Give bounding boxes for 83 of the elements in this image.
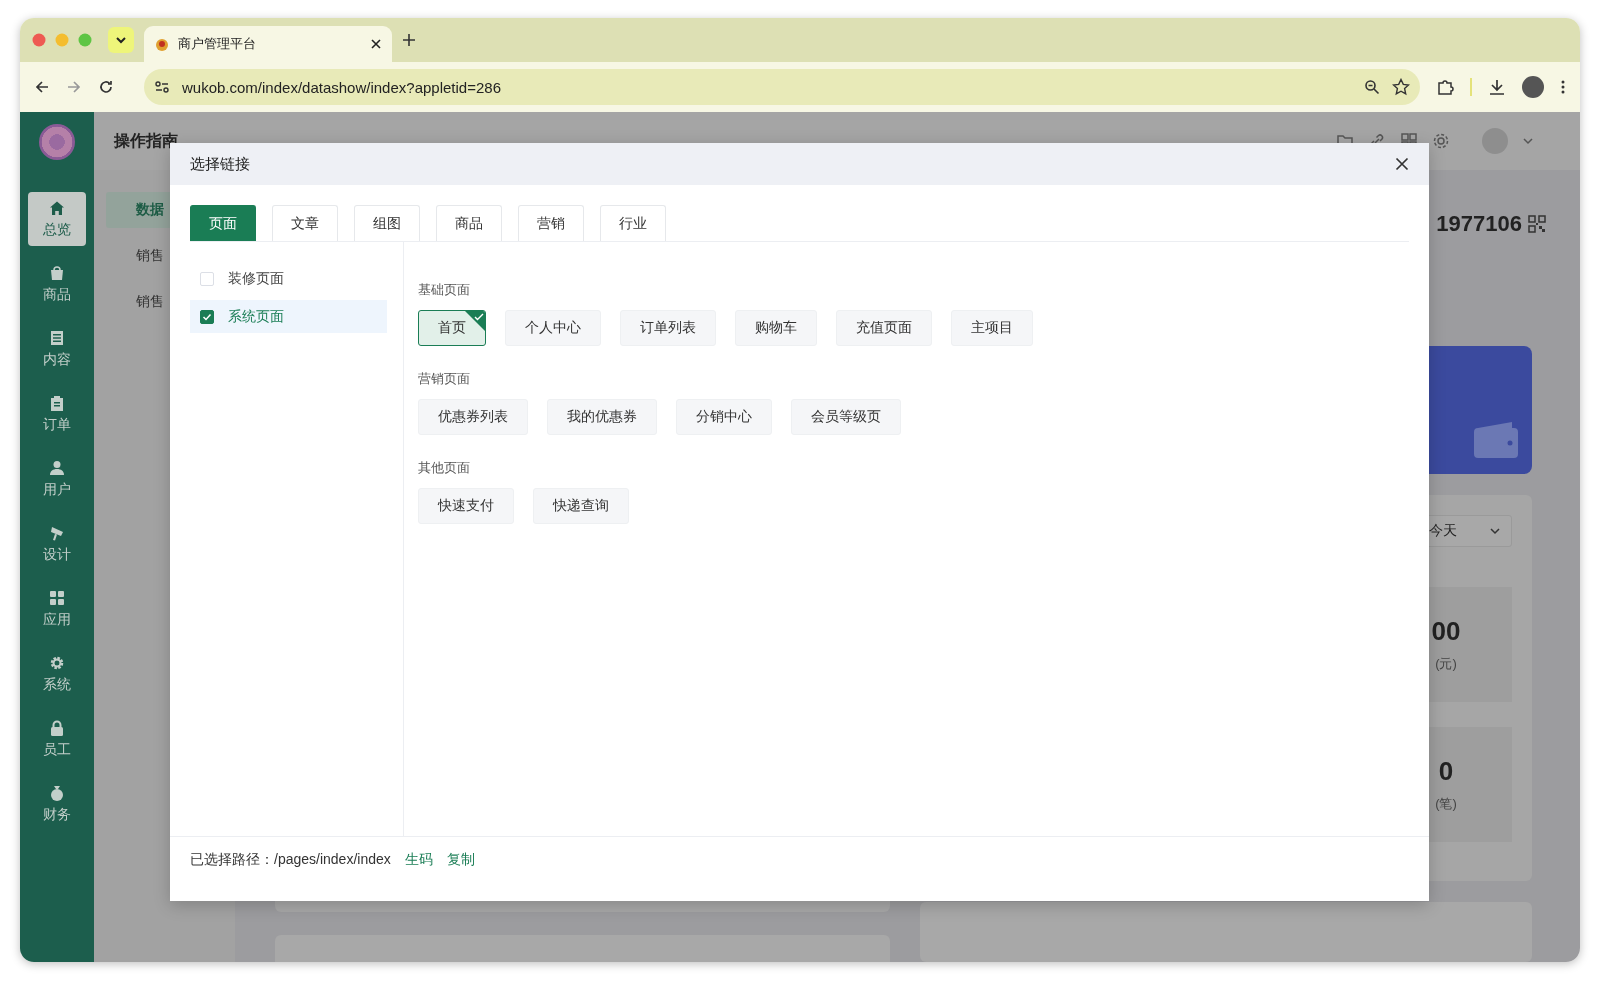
zoom-icon[interactable] (1364, 79, 1380, 95)
sidebar-item[interactable]: 商品 (28, 257, 86, 311)
sidebar-item[interactable]: 内容 (28, 322, 86, 376)
tab-search-button[interactable] (108, 27, 134, 53)
page-link-option[interactable]: 个人中心 (505, 310, 601, 346)
page-link-option[interactable]: 首页 (418, 310, 486, 346)
document-icon (49, 329, 65, 346)
wallet-icon (1474, 422, 1518, 459)
favicon-icon (154, 36, 170, 52)
download-icon[interactable] (1488, 78, 1506, 96)
new-tab-icon[interactable] (402, 33, 416, 47)
page-link-option[interactable]: 订单列表 (620, 310, 716, 346)
money-bag-icon (49, 784, 65, 801)
sidebar-item[interactable]: 员工 (28, 712, 86, 766)
stat-value: 0 (1438, 756, 1454, 788)
section-title: 营销页面 (418, 370, 471, 388)
more-menu-icon[interactable] (1560, 79, 1566, 95)
browser-tab[interactable]: 商户管理平台 (144, 26, 392, 62)
sidebar-item[interactable]: 应用 (28, 582, 86, 636)
lock-icon (49, 719, 65, 736)
bag-icon (49, 264, 65, 281)
grid-icon (49, 589, 65, 606)
section-title: 基础页面 (418, 281, 471, 299)
selected-path-label: 已选择路径： (190, 851, 274, 869)
period-select-value: 今天 (1429, 522, 1457, 541)
sidebar-item[interactable]: 系统 (28, 647, 86, 701)
page-link-option[interactable]: 快速支付 (418, 488, 514, 524)
sidebar-item[interactable]: 设计 (28, 517, 86, 571)
close-icon (1395, 157, 1409, 171)
page-link-option[interactable]: 快递查询 (533, 488, 629, 524)
back-icon[interactable] (34, 79, 50, 95)
category-label: 系统页面 (228, 307, 284, 326)
checkbox[interactable] (200, 309, 214, 324)
sidebar-item[interactable]: 财务 (28, 777, 86, 831)
page-link-option[interactable]: 主项目 (951, 310, 1033, 346)
settings-icon[interactable] (1432, 132, 1450, 150)
sidebar-item[interactable]: 订单 (28, 387, 86, 441)
profile-avatar[interactable] (1522, 76, 1544, 98)
sidebar-item[interactable]: 总览 (28, 192, 86, 246)
clipboard-icon (49, 394, 65, 411)
dialog-tab[interactable]: 文章 (272, 205, 338, 241)
dialog-tab[interactable]: 营销 (518, 205, 584, 241)
stat-value: 00 (1431, 616, 1461, 648)
close-button[interactable] (1395, 157, 1409, 171)
stat-unit: (笔) (1435, 795, 1457, 814)
bookmark-star-icon[interactable] (1392, 78, 1410, 96)
url-text: wukob.com/index/datashow/index?appletid=286 (182, 78, 502, 96)
settings-icon (49, 654, 65, 671)
page-link-option[interactable]: 充值页面 (836, 310, 932, 346)
page-link-option[interactable]: 我的优惠券 (547, 399, 657, 435)
qr-code-icon[interactable] (1528, 215, 1546, 234)
dialog-tab[interactable]: 商品 (436, 205, 502, 241)
footer-link[interactable]: 复制 (446, 851, 475, 869)
stat-unit: (元) (1435, 655, 1457, 674)
page-link-option[interactable]: 分销中心 (676, 399, 772, 435)
tab-title: 商户管理平台 (178, 35, 257, 53)
home-icon (49, 199, 65, 216)
user-icon (49, 459, 65, 476)
close-icon[interactable] (370, 38, 382, 50)
selected-path-value: /pages/index/index (274, 851, 391, 869)
section-title: 其他页面 (418, 459, 471, 477)
page-link-option[interactable]: 会员等级页 (791, 399, 901, 435)
store-id: 1977106 (1436, 211, 1522, 238)
dialog-tab[interactable]: 组图 (354, 205, 420, 241)
dialog-tab[interactable]: 行业 (600, 205, 666, 241)
checkmark-icon (474, 313, 484, 321)
page-link-option[interactable]: 购物车 (735, 310, 817, 346)
dialog-tab[interactable]: 页面 (190, 205, 256, 241)
sidebar-item[interactable]: 用户 (28, 452, 86, 506)
dialog-title: 选择链接 (190, 154, 251, 174)
chevron-down-icon[interactable] (1522, 135, 1534, 147)
checkmark-icon (202, 311, 212, 322)
forward-icon[interactable] (66, 79, 82, 95)
page-link-option[interactable]: 优惠券列表 (418, 399, 528, 435)
footer-link[interactable]: 生码 (404, 851, 433, 869)
chevron-down-icon (115, 34, 127, 46)
category-label: 装修页面 (228, 269, 284, 288)
address-bar[interactable]: wukob.com/index/datashow/index?appletid=286 (144, 69, 1420, 105)
category-item[interactable]: 系统页面 (190, 300, 387, 333)
extensions-icon[interactable] (1436, 78, 1454, 96)
reload-icon[interactable] (98, 79, 114, 95)
site-settings-icon[interactable] (154, 79, 170, 95)
brush-icon (49, 524, 65, 541)
